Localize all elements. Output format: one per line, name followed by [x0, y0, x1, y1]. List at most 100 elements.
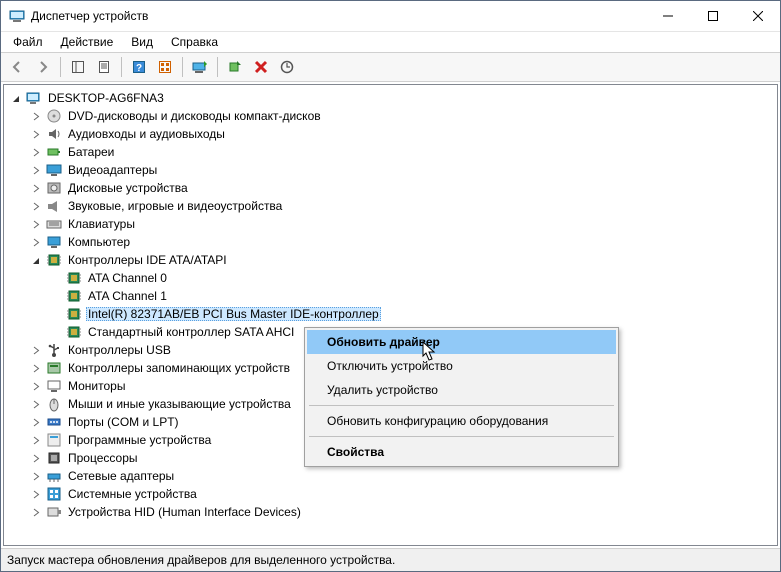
tree-expander-closed[interactable]: [30, 398, 42, 410]
display-icon: [46, 162, 62, 178]
toolbar-action-button[interactable]: [153, 55, 177, 79]
toolbar-update-driver-button[interactable]: [188, 55, 212, 79]
tree-expander-closed[interactable]: [30, 146, 42, 158]
ctx-disable-device[interactable]: Отключить устройство: [307, 354, 616, 378]
tree-expander-none: [50, 272, 62, 284]
tree-row[interactable]: Видеоадаптеры: [4, 161, 777, 179]
minimize-button[interactable]: [645, 2, 690, 31]
toolbar-sep: [217, 57, 218, 77]
tree-expander-closed[interactable]: [30, 488, 42, 500]
tree-item-label: Аудиовходы и аудиовыходы: [66, 127, 227, 141]
toolbar-uninstall-device-button[interactable]: [249, 55, 273, 79]
tree-item-label: Порты (COM и LPT): [66, 415, 181, 429]
tree-expander-closed[interactable]: [30, 236, 42, 248]
chip-icon: [46, 252, 62, 268]
ctx-scan-hardware[interactable]: Обновить конфигурацию оборудования: [307, 409, 616, 433]
tree-expander-closed[interactable]: [30, 164, 42, 176]
tree-expander-closed[interactable]: [30, 362, 42, 374]
tree-expander-closed[interactable]: [30, 452, 42, 464]
toolbar-help-button[interactable]: ?: [127, 55, 151, 79]
tree-item-label: Контроллеры запоминающих устройств: [66, 361, 292, 375]
tree-row[interactable]: Батареи: [4, 143, 777, 161]
tree-expander-closed[interactable]: [30, 434, 42, 446]
tree-item-label: Мониторы: [66, 379, 127, 393]
toolbar-sep: [60, 57, 61, 77]
keyboard-icon: [46, 216, 62, 232]
tree-item-label: Дисковые устройства: [66, 181, 190, 195]
tree-expander-none: [50, 308, 62, 320]
ctx-update-driver[interactable]: Обновить драйвер: [307, 330, 616, 354]
tree-expander-closed[interactable]: [30, 416, 42, 428]
tree-expander-closed[interactable]: [30, 110, 42, 122]
tree-row[interactable]: Дисковые устройства: [4, 179, 777, 197]
tree-expander-closed[interactable]: [30, 182, 42, 194]
toolbar-scan-hardware-button[interactable]: [275, 55, 299, 79]
tree-expander-none: [50, 290, 62, 302]
tree-expander-open[interactable]: [30, 254, 42, 266]
toolbar-forward-button[interactable]: [31, 55, 55, 79]
tree-item-label: Процессоры: [66, 451, 140, 465]
chip-icon: [66, 324, 82, 340]
computer-root-icon: [26, 90, 42, 106]
tree-item-label: Компьютер: [66, 235, 132, 249]
tree-item-label: Устройства HID (Human Interface Devices): [66, 505, 303, 519]
tree-row[interactable]: Звуковые, игровые и видеоустройства: [4, 197, 777, 215]
network-icon: [46, 468, 62, 484]
tree-expander-closed[interactable]: [30, 128, 42, 140]
menu-action[interactable]: Действие: [53, 33, 122, 51]
battery-icon: [46, 144, 62, 160]
ctx-separator: [309, 405, 614, 406]
chip-icon: [66, 288, 82, 304]
tree-item-label: ATA Channel 0: [86, 271, 169, 285]
tree-expander-closed[interactable]: [30, 380, 42, 392]
close-button[interactable]: [735, 2, 780, 31]
menu-file[interactable]: Файл: [5, 33, 51, 51]
tree-row[interactable]: Intel(R) 82371AB/EB PCI Bus Master IDE-к…: [4, 305, 777, 323]
computer-icon: [46, 234, 62, 250]
ctx-properties[interactable]: Свойства: [307, 440, 616, 464]
tree-row[interactable]: ATA Channel 1: [4, 287, 777, 305]
tree-item-label: Видеоадаптеры: [66, 163, 159, 177]
tree-item-label: Сетевые адаптеры: [66, 469, 176, 483]
software-icon: [46, 432, 62, 448]
tree-expander-closed[interactable]: [30, 200, 42, 212]
toolbar-enable-device-button[interactable]: [223, 55, 247, 79]
system-icon: [46, 486, 62, 502]
chip-icon: [66, 270, 82, 286]
toolbar-properties-button[interactable]: [92, 55, 116, 79]
menubar: Файл Действие Вид Справка: [1, 32, 780, 52]
tree-item-label: Intel(R) 82371AB/EB PCI Bus Master IDE-к…: [86, 307, 381, 321]
tree-item-label: Батареи: [66, 145, 116, 159]
maximize-button[interactable]: [690, 2, 735, 31]
tree-item-label: Клавиатуры: [66, 217, 137, 231]
tree-row[interactable]: Клавиатуры: [4, 215, 777, 233]
menu-help[interactable]: Справка: [163, 33, 226, 51]
tree-row[interactable]: DESKTOP-AG6FNA3: [4, 89, 777, 107]
context-menu: Обновить драйвер Отключить устройство Уд…: [304, 327, 619, 467]
device-tree-pane[interactable]: DESKTOP-AG6FNA3 DVD-дисководы и дисководы…: [3, 84, 778, 546]
tree-row[interactable]: Устройства HID (Human Interface Devices): [4, 503, 777, 521]
tree-item-label: DVD-дисководы и дисководы компакт-дисков: [66, 109, 323, 123]
toolbar-show-hide-tree-button[interactable]: [66, 55, 90, 79]
tree-row[interactable]: Системные устройства: [4, 485, 777, 503]
toolbar-back-button[interactable]: [5, 55, 29, 79]
tree-row[interactable]: Аудиовходы и аудиовыходы: [4, 125, 777, 143]
tree-expander-closed[interactable]: [30, 344, 42, 356]
port-icon: [46, 414, 62, 430]
tree-expander-closed[interactable]: [30, 470, 42, 482]
tree-row[interactable]: Сетевые адаптеры: [4, 467, 777, 485]
tree-row[interactable]: Компьютер: [4, 233, 777, 251]
toolbar-sep: [121, 57, 122, 77]
svg-text:?: ?: [136, 63, 142, 74]
hdd-icon: [46, 180, 62, 196]
menu-view[interactable]: Вид: [123, 33, 161, 51]
status-text: Запуск мастера обновления драйверов для …: [7, 553, 395, 567]
tree-expander-open[interactable]: [10, 92, 22, 104]
tree-row[interactable]: DVD-дисководы и дисководы компакт-дисков: [4, 107, 777, 125]
app-icon: [9, 8, 25, 24]
tree-expander-closed[interactable]: [30, 218, 42, 230]
tree-expander-closed[interactable]: [30, 506, 42, 518]
ctx-uninstall-device[interactable]: Удалить устройство: [307, 378, 616, 402]
tree-row[interactable]: Контроллеры IDE ATA/ATAPI: [4, 251, 777, 269]
tree-row[interactable]: ATA Channel 0: [4, 269, 777, 287]
